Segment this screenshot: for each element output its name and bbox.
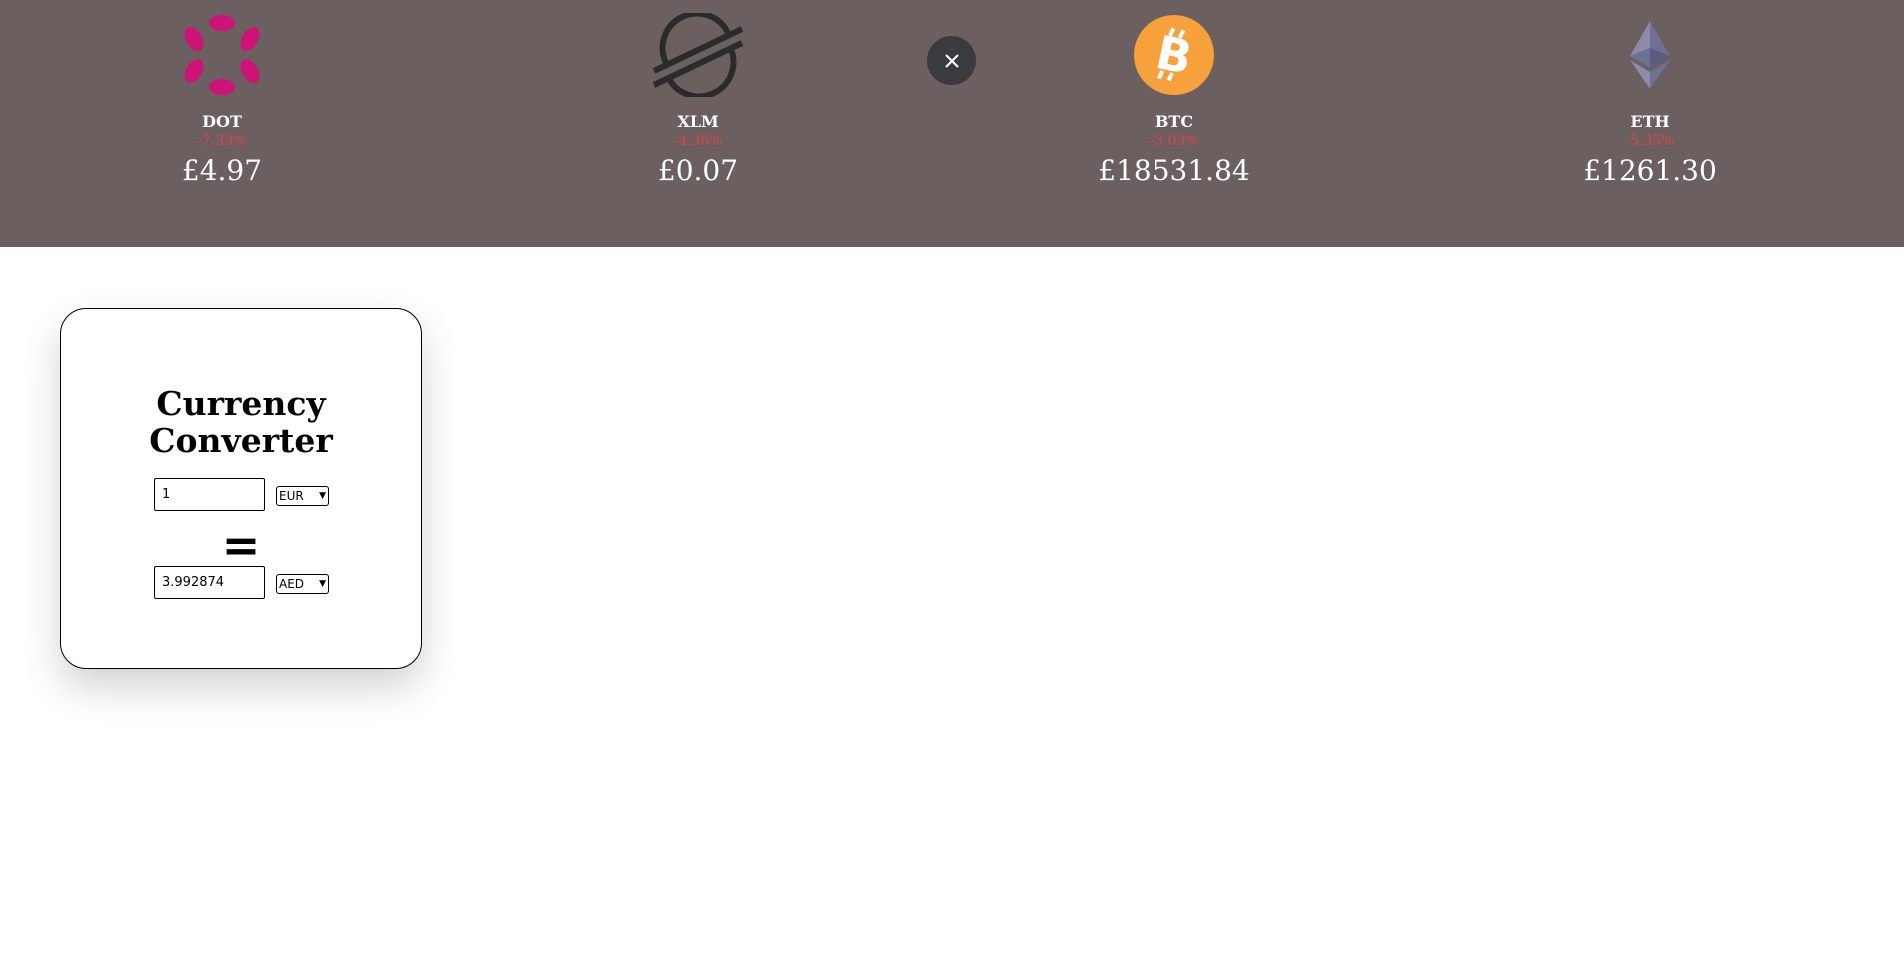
from-currency-select[interactable]: EUR ▼ bbox=[276, 486, 329, 506]
coin-symbol: ETH bbox=[1630, 112, 1670, 131]
converter-title: Currency Converter bbox=[61, 385, 421, 459]
bitcoin-logo-icon: B bbox=[1132, 13, 1216, 97]
to-currency-select[interactable]: AED ▼ bbox=[276, 574, 329, 594]
polkadot-logo-icon bbox=[180, 13, 264, 97]
from-currency-value: EUR bbox=[279, 489, 304, 503]
from-amount-input[interactable] bbox=[154, 478, 265, 511]
ticker-item-btc: B BTC -3.09% £18531.84 bbox=[1024, 0, 1324, 247]
coin-price: £0.07 bbox=[657, 154, 739, 187]
currency-converter-card: Currency Converter EUR ▼ = AED ▼ bbox=[60, 308, 422, 669]
coin-symbol: XLM bbox=[677, 112, 719, 131]
crypto-ticker-bar: DOT -7.39% £4.97 XLM -4.38% £0.07 B BTC … bbox=[0, 0, 1904, 247]
to-amount-input[interactable] bbox=[154, 566, 265, 599]
coin-change: -4.38% bbox=[673, 133, 723, 149]
coin-price: £18531.84 bbox=[1098, 154, 1250, 187]
chevron-down-icon: ▼ bbox=[319, 491, 326, 501]
coin-change: -7.39% bbox=[197, 133, 247, 149]
converter-title-line1: Currency bbox=[156, 384, 326, 423]
stellar-logo-icon bbox=[650, 13, 746, 97]
equals-sign: = bbox=[221, 518, 261, 572]
ethereum-logo-icon bbox=[1608, 13, 1692, 97]
coin-price: £1261.30 bbox=[1583, 154, 1717, 187]
close-button[interactable] bbox=[927, 36, 976, 85]
ticker-item-dot: DOT -7.39% £4.97 bbox=[72, 0, 372, 247]
coin-symbol: BTC bbox=[1154, 112, 1194, 131]
chevron-down-icon: ▼ bbox=[319, 579, 326, 589]
coin-change: -5.35% bbox=[1625, 133, 1675, 149]
close-icon bbox=[944, 53, 959, 68]
coin-price: £4.97 bbox=[181, 154, 263, 187]
ticker-item-xlm: XLM -4.38% £0.07 bbox=[548, 0, 848, 247]
ticker-item-eth: ETH -5.35% £1261.30 bbox=[1500, 0, 1800, 247]
to-currency-value: AED bbox=[279, 577, 305, 591]
coin-change: -3.09% bbox=[1149, 133, 1199, 149]
coin-symbol: DOT bbox=[202, 112, 242, 131]
converter-title-line2: Converter bbox=[149, 421, 333, 460]
